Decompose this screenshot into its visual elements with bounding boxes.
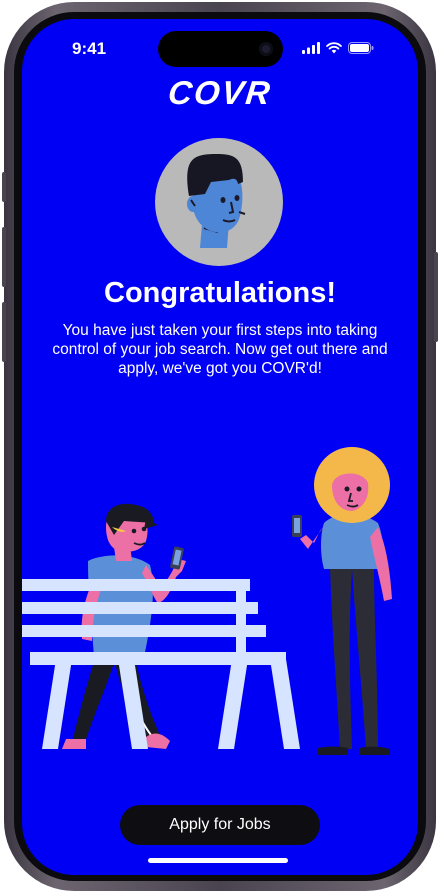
volume-down-button bbox=[2, 302, 6, 362]
dynamic-island bbox=[158, 31, 283, 67]
app-screen: 9:41 COVR Congratulations! You have just… bbox=[22, 19, 418, 875]
status-bar: 9:41 bbox=[22, 19, 418, 75]
power-button bbox=[434, 252, 438, 342]
camera-icon bbox=[259, 42, 273, 56]
app-logo: COVR bbox=[166, 74, 274, 111]
avatar-illustration bbox=[187, 154, 246, 248]
woman-figure bbox=[292, 447, 392, 755]
volume-up-button bbox=[2, 227, 6, 287]
bench bbox=[22, 579, 300, 749]
page-title: Congratulations! bbox=[104, 277, 336, 309]
status-icons bbox=[302, 42, 374, 54]
action-button bbox=[2, 172, 6, 202]
avatar bbox=[155, 138, 283, 266]
congrats-message: You have just taken your first steps int… bbox=[52, 322, 388, 377]
battery-icon bbox=[348, 42, 374, 54]
home-indicator[interactable] bbox=[148, 858, 288, 863]
apply-for-jobs-button[interactable]: Apply for Jobs bbox=[120, 805, 320, 845]
status-time: 9:41 bbox=[72, 39, 107, 58]
signal-icon bbox=[302, 42, 320, 54]
people-illustration bbox=[22, 447, 392, 755]
wifi-icon bbox=[326, 42, 342, 54]
